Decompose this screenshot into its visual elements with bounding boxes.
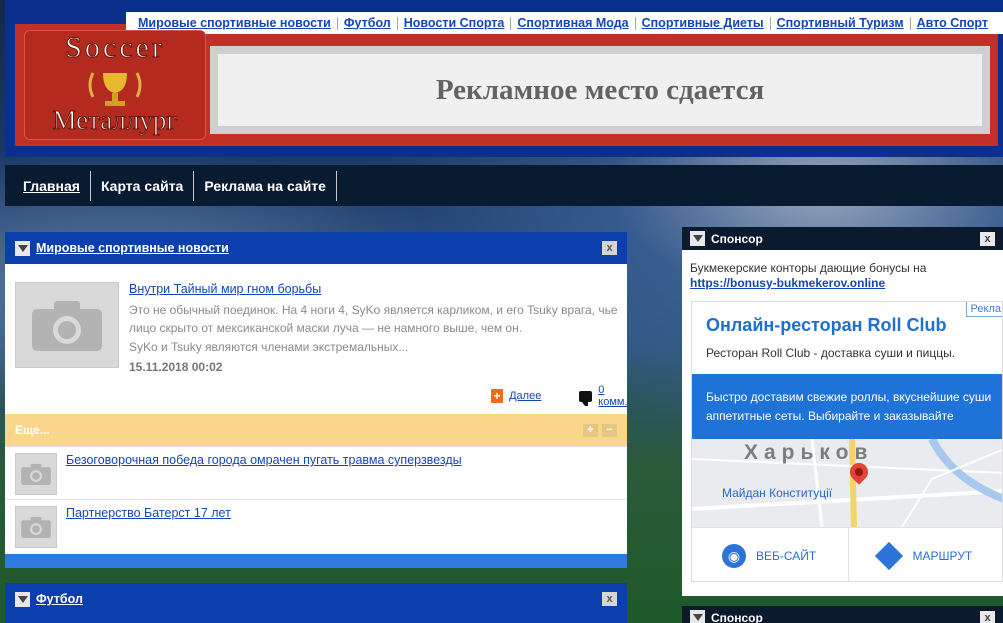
main-nav-home[interactable]: Главная — [13, 170, 91, 201]
comment-icon — [579, 390, 593, 406]
list-item-link[interactable]: Безоговорочная победа города омрачен пуг… — [66, 453, 462, 467]
directions-icon — [874, 541, 903, 570]
article-date: 15.11.2018 00:02 — [129, 360, 223, 374]
sponsor-text: Букмекерские конторы дающие бонусы на — [690, 261, 927, 275]
camera-icon — [32, 301, 102, 351]
map-city-label: Харьков — [744, 441, 874, 464]
article-excerpt: Это не обычный поединок. На 4 ноги 4, Sy… — [129, 303, 618, 335]
news-panel: Мировые спортивные новости x Внутри Тайн… — [5, 232, 628, 568]
ad-map[interactable]: Харьков Майдан Конституції — [692, 439, 1002, 527]
sponsor-panel-2-header: Спонсор x — [682, 606, 1003, 623]
news-panel-header: Мировые спортивные новости x — [5, 232, 627, 264]
top-nav: Мировые спортивные новости Футбол Новост… — [126, 12, 1003, 34]
top-nav-football[interactable]: Футбол — [336, 16, 397, 30]
camera-icon — [21, 516, 51, 538]
sponsor-panel-2-title: Спонсор — [711, 610, 763, 623]
ad-description-line1: Быстро доставим свежие роллы, вкуснейшие… — [706, 390, 992, 404]
globe-icon: ◉ — [722, 543, 746, 568]
article-title[interactable]: Внутри Тайный мир гном борьбы — [129, 282, 321, 296]
top-nav-auto-sport[interactable]: Авто Спорт — [909, 16, 994, 30]
sponsor-panel-header: Спонсор x — [682, 227, 1003, 250]
camera-icon — [21, 463, 51, 485]
list-item-link[interactable]: Партнерство Батерст 17 лет — [66, 506, 231, 520]
main-nav: Главная Карта сайта Реклама на сайте — [5, 165, 1003, 206]
plus-icon[interactable]: + — [491, 389, 504, 403]
main-nav-advertising[interactable]: Реклама на сайте — [194, 170, 337, 201]
main-nav-sitemap[interactable]: Карта сайта — [91, 170, 195, 201]
top-nav-sport-tourism[interactable]: Спортивный Туризм — [769, 16, 910, 30]
top-nav-sport-fashion[interactable]: Спортивная Мода — [510, 16, 634, 30]
more-section-header: Еще... + − — [5, 414, 627, 446]
sponsor-panel-title: Спонсор — [711, 231, 763, 246]
article-excerpt-more: SyKo и Tsuky являются членами экстремаль… — [129, 340, 409, 354]
collapse-button[interactable]: − — [602, 424, 617, 437]
top-nav-world-news[interactable]: Мировые спортивные новости — [134, 16, 337, 30]
ad-description[interactable]: Быстро доставим свежие роллы, вкуснейшие… — [692, 374, 1002, 439]
route-button[interactable]: МАРШРУТ — [849, 528, 1003, 581]
list-thumbnail[interactable] — [15, 453, 57, 495]
sponsor-link[interactable]: https://bonusy-bukmekerov.online — [690, 276, 885, 290]
ad-banner-text: Рекламное место сдается — [435, 73, 765, 106]
top-nav-sport-diets[interactable]: Спортивные Диеты — [634, 16, 770, 30]
more-section-label: Еще... — [15, 423, 50, 437]
website-label: ВЕБ-САЙТ — [756, 548, 817, 563]
article-thumbnail[interactable] — [15, 282, 119, 368]
sponsor-panel: Спонсор x Букмекерские конторы дающие бо… — [682, 227, 1003, 596]
list-item: Безоговорочная победа города омрачен пуг… — [5, 446, 627, 498]
website-button[interactable]: ◉ ВЕБ-САЙТ — [692, 528, 849, 581]
ad-description-line2: аппетитные сеты. Выбирайте и заказывайте — [706, 409, 954, 423]
close-icon[interactable]: x — [980, 611, 995, 623]
collapse-icon[interactable] — [15, 591, 30, 607]
ad-card[interactable]: Рекла Онлайн-ресторан Roll Club Ресторан… — [691, 301, 1003, 582]
list-thumbnail[interactable] — [15, 506, 57, 548]
site-logo[interactable]: Soccer Металлург — [24, 30, 206, 140]
comments-link[interactable]: 0 комм. — [598, 384, 631, 408]
top-nav-sport-news[interactable]: Новости Спорта — [396, 16, 511, 30]
collapse-icon[interactable] — [690, 231, 705, 246]
close-icon[interactable]: x — [602, 241, 617, 255]
route-label: МАРШРУТ — [912, 548, 973, 563]
collapse-icon[interactable] — [690, 610, 705, 623]
close-icon[interactable]: x — [602, 592, 617, 606]
football-panel-title[interactable]: Футбол — [36, 592, 83, 606]
ad-actions: ◉ ВЕБ-САЙТ МАРШРУТ — [692, 527, 1003, 581]
article-actions: + Далее 0 комм. — [491, 384, 631, 408]
collapse-icon[interactable] — [15, 240, 30, 256]
list-item: Партнерство Батерст 17 лет — [5, 499, 627, 551]
close-icon[interactable]: x — [980, 232, 995, 246]
expand-button[interactable]: + — [583, 424, 598, 437]
read-more-link[interactable]: Далее — [509, 390, 541, 402]
logo-line2: Металлург — [52, 105, 178, 136]
sponsor-panel-2: Спонсор x — [682, 606, 1003, 623]
ad-badge: Рекла — [965, 302, 1002, 317]
ad-subtitle: Ресторан Roll Club - доставка суши и пиц… — [706, 346, 956, 360]
football-panel: Футбол x — [5, 583, 627, 623]
panel-footer-bar — [5, 554, 627, 568]
logo-line1: Soccer — [65, 31, 165, 65]
news-panel-title[interactable]: Мировые спортивные новости — [36, 241, 229, 255]
map-place-label: Майдан Конституції — [722, 486, 833, 500]
football-panel-header: Футбол x — [5, 583, 627, 615]
ad-title[interactable]: Онлайн-ресторан Roll Club — [706, 315, 946, 336]
ad-banner[interactable]: Рекламное место сдается — [210, 46, 990, 134]
